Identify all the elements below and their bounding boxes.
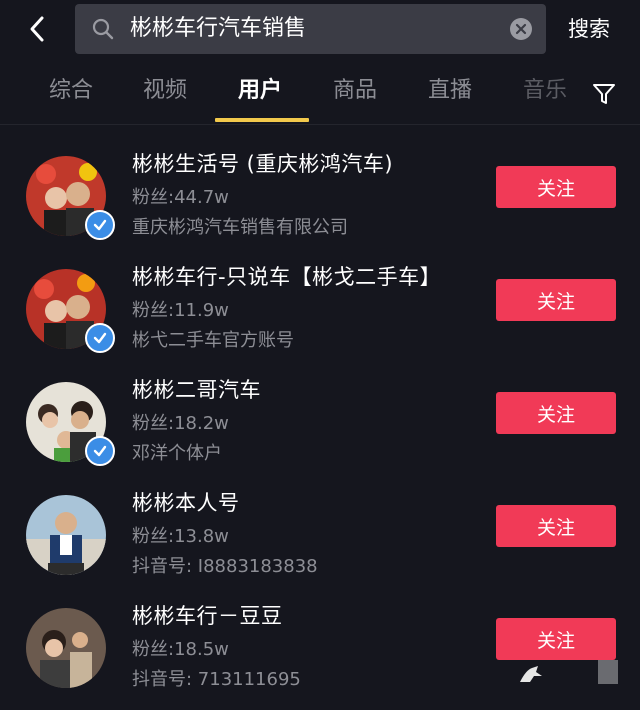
avatar[interactable] [26,495,106,575]
back-button[interactable] [22,12,52,46]
fan-count: 粉丝:18.2w [132,413,229,434]
fan-count: 粉丝:13.8w [132,526,229,547]
watermark-logo-icon [520,666,542,682]
user-name: 彬彬生活号 (重庆彬鸿汽车) [132,152,394,176]
verified-badge [85,210,115,240]
follow-button[interactable]: 关注 [496,279,616,321]
tab-music[interactable]: 音乐 [500,74,590,108]
search-input[interactable]: 彬彬车行汽车销售 [75,4,546,54]
list-item[interactable]: 彬彬车行-只说车【彬戈二手车】 粉丝:11.9w 彬弋二手车官方账号 关注 [0,253,640,365]
tab-videos[interactable]: 视频 [120,74,210,108]
user-description: 彬弋二手车官方账号 [132,330,294,351]
follow-button[interactable]: 关注 [496,392,616,434]
verified-badge [85,323,115,353]
user-name: 彬彬车行-只说车【彬戈二手车】 [132,265,442,289]
verified-check-icon [93,332,107,344]
verified-badge [85,436,115,466]
tab-live[interactable]: 直播 [405,74,495,108]
follow-button[interactable]: 关注 [496,166,616,208]
top-bar: 彬彬车行汽车销售 搜索 [0,0,640,58]
list-item[interactable]: 彬彬二哥汽车 粉丝:18.2w 邓洋个体户 关注 [0,366,640,478]
verified-check-icon [93,445,107,457]
tab-comprehensive[interactable]: 综合 [26,74,116,108]
list-item[interactable]: 彬彬本人号 粉丝:13.8w 抖音号: I8883183838 关注 [0,479,640,591]
category-tabs: 综合 视频 用户 商品 直播 音乐 [0,60,640,125]
corner-mark [598,660,618,684]
user-description: 抖音号: 713111695 [132,669,301,690]
user-description: 邓洋个体户 [132,443,222,464]
search-query-text: 彬彬车行汽车销售 [130,16,307,41]
fan-count: 粉丝:44.7w [132,187,229,208]
clear-icon[interactable] [510,18,532,40]
search-button[interactable]: 搜索 [568,12,610,46]
filter-icon[interactable] [592,82,616,106]
user-description: 抖音号: I8883183838 [132,556,318,577]
search-icon [92,18,114,40]
avatar[interactable] [26,608,106,688]
fan-count: 粉丝:18.5w [132,639,229,660]
user-name: 彬彬二哥汽车 [132,378,261,402]
back-chevron-icon [30,16,44,42]
follow-button[interactable]: 关注 [496,505,616,547]
list-item[interactable]: 彬彬生活号 (重庆彬鸿汽车) 粉丝:44.7w 重庆彬鸿汽车销售有限公司 关注 [0,140,640,252]
verified-check-icon [93,219,107,231]
follow-button[interactable]: 关注 [496,618,616,660]
list-item[interactable]: 彬彬车行－豆豆 粉丝:18.5w 抖音号: 713111695 关注 [0,592,640,704]
tab-users[interactable]: 用户 [215,74,305,108]
fan-count: 粉丝:11.9w [132,300,229,321]
user-name: 彬彬车行－豆豆 [132,604,283,628]
user-name: 彬彬本人号 [132,491,240,515]
active-tab-indicator [215,118,309,122]
user-description: 重庆彬鸿汽车销售有限公司 [132,217,348,238]
tab-products[interactable]: 商品 [310,74,400,108]
